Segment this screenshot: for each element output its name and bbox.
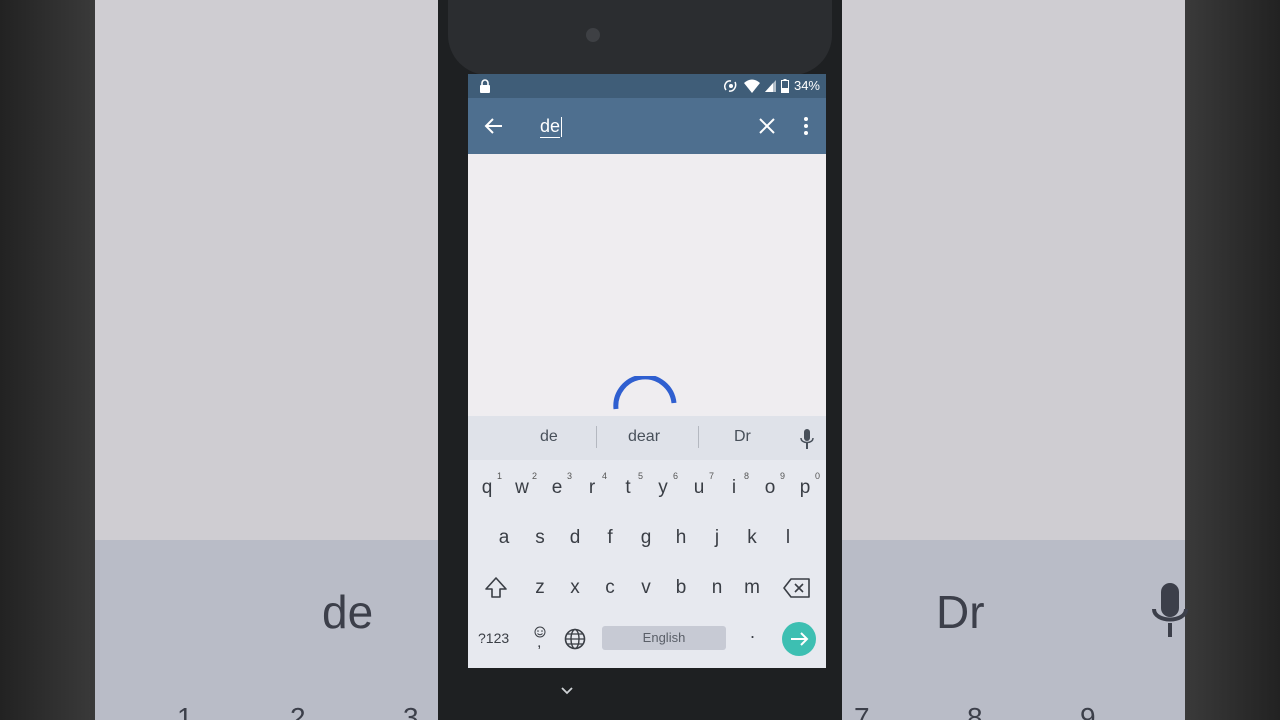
suggestion-item[interactable]: de <box>540 428 558 446</box>
key-y[interactable]: y6 <box>646 466 680 510</box>
front-camera <box>586 28 600 42</box>
background-digit: 1 <box>177 702 193 720</box>
key-a[interactable]: a <box>487 516 521 560</box>
search-input[interactable]: de <box>540 112 740 140</box>
voice-input-mic-icon[interactable] <box>800 429 814 449</box>
key-row-4: ?123 , English . <box>468 616 826 664</box>
suggestion-divider <box>698 426 699 448</box>
wifi-icon <box>743 79 760 93</box>
language-globe-icon[interactable] <box>564 628 586 650</box>
key-r[interactable]: r4 <box>575 466 609 510</box>
key-z[interactable]: z <box>523 566 557 610</box>
key-u[interactable]: u7 <box>682 466 716 510</box>
clear-search-icon[interactable] <box>755 114 779 138</box>
key-row-1: q1 w2 e3 r4 t5 y6 u7 i8 o9 p0 <box>468 466 826 514</box>
background-edge <box>0 0 95 720</box>
suggestion-divider <box>596 426 597 448</box>
suggestion-item[interactable]: Dr <box>734 428 751 446</box>
background-digit: 2 <box>290 702 306 720</box>
background-pane: de 1 2 3 <box>95 0 438 720</box>
arrow-right-icon <box>791 632 809 646</box>
phone-top-bezel <box>448 0 832 75</box>
key-n[interactable]: n <box>700 566 734 610</box>
status-icons: 34% <box>723 78 820 94</box>
key-k[interactable]: k <box>735 516 769 560</box>
background-digit: 9 <box>1080 702 1096 720</box>
more-options-icon[interactable] <box>794 114 818 138</box>
phone-device: 34% de de dear Dr q 1 w 2 e 3 r 4 t 5 y … <box>438 0 842 720</box>
phone-screen: 34% de de dear Dr q 1 w 2 e 3 r 4 t 5 y … <box>468 74 826 668</box>
background-right-panel: Dr 7 8 9 <box>842 0 1280 720</box>
background-edge <box>1185 0 1280 720</box>
suggestion-item[interactable]: dear <box>628 428 660 446</box>
cell-signal-icon <box>764 80 776 92</box>
key-w[interactable]: w2 <box>505 466 539 510</box>
battery-percentage: 34% <box>793 78 820 93</box>
key-row-2: a s d f g h j k l <box>468 516 826 564</box>
key-q[interactable]: q1 <box>470 466 504 510</box>
key-p[interactable]: p0 <box>788 466 822 510</box>
space-bar[interactable]: English <box>602 626 726 650</box>
key-d[interactable]: d <box>558 516 592 560</box>
key-m[interactable]: m <box>735 566 769 610</box>
backspace-key-icon[interactable] <box>782 576 812 600</box>
key-row-3: z x c v b n m <box>468 566 826 614</box>
key-b[interactable]: b <box>664 566 698 610</box>
go-button[interactable] <box>782 622 816 656</box>
search-app-bar: de <box>468 98 826 154</box>
key-l[interactable]: l <box>771 516 805 560</box>
nfc-icon <box>724 80 737 92</box>
background-suggestion-word: Dr <box>936 586 985 638</box>
key-g[interactable]: g <box>629 516 663 560</box>
key-s[interactable]: s <box>523 516 557 560</box>
background-keyboard-strip: Dr 7 8 9 <box>842 540 1188 720</box>
comma-label: , <box>537 634 542 651</box>
background-digit: 8 <box>967 702 983 720</box>
symbols-key[interactable]: ?123 <box>478 630 509 646</box>
navigation-bar <box>468 668 826 720</box>
background-left-panel: de 1 2 3 <box>0 0 438 720</box>
key-h[interactable]: h <box>664 516 698 560</box>
key-x[interactable]: x <box>558 566 592 610</box>
key-i[interactable]: i8 <box>717 466 751 510</box>
background-digit: 7 <box>854 702 870 720</box>
background-pane: Dr 7 8 9 <box>842 0 1188 720</box>
background-keyboard-strip: de 1 2 3 <box>95 540 438 720</box>
key-c[interactable]: c <box>593 566 627 610</box>
key-t[interactable]: t5 <box>611 466 645 510</box>
text-cursor <box>561 117 563 138</box>
lock-icon <box>480 79 490 93</box>
results-area <box>468 154 826 424</box>
emoji-comma-key[interactable]: , <box>532 626 548 651</box>
background-digit: 3 <box>403 702 419 720</box>
background-mic-icon <box>1152 583 1188 637</box>
key-f[interactable]: f <box>593 516 627 560</box>
period-key[interactable]: . <box>750 622 755 643</box>
hide-keyboard-chevron-icon[interactable] <box>560 686 574 696</box>
search-query-text: de <box>540 116 561 138</box>
suggestion-strip: de dear Dr <box>468 416 826 460</box>
key-v[interactable]: v <box>629 566 663 610</box>
key-j[interactable]: j <box>700 516 734 560</box>
soft-keyboard: de dear Dr q1 w2 e3 r4 t5 y6 u7 i 8 o 9 … <box>468 416 826 668</box>
shift-key-icon[interactable] <box>482 574 510 602</box>
back-arrow-icon[interactable] <box>482 114 506 138</box>
key-o[interactable]: o9 <box>753 466 787 510</box>
battery-icon <box>780 79 789 93</box>
key-e[interactable]: e3 <box>540 466 574 510</box>
status-bar: 34% <box>468 74 826 98</box>
background-suggestion-word: de <box>322 586 374 638</box>
